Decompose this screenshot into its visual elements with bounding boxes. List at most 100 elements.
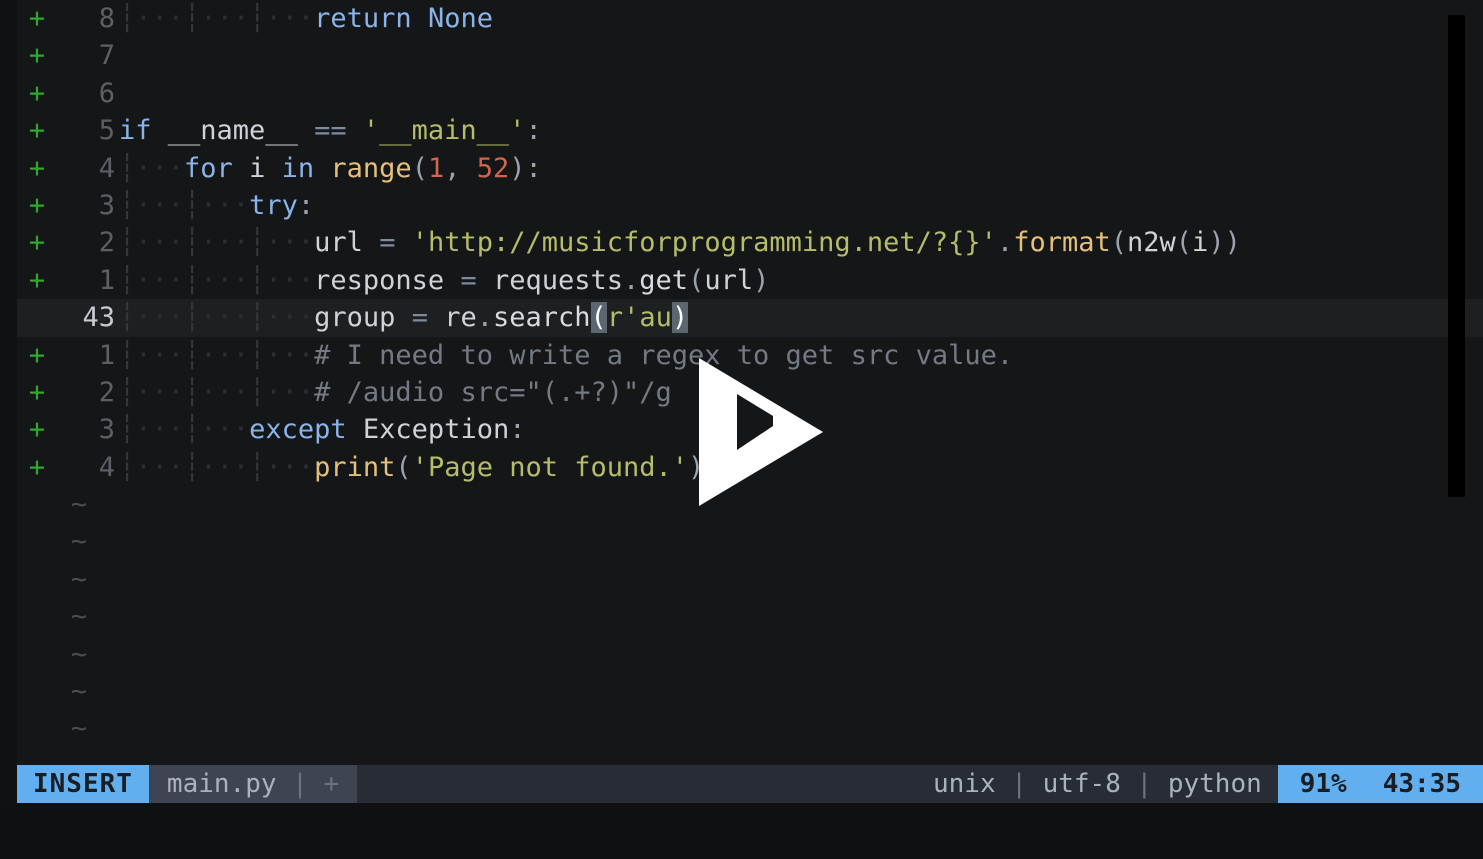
code-token: 1 <box>427 152 445 184</box>
line-number: 4 <box>98 451 115 483</box>
status-cursor-position: 43:35 <box>1364 765 1483 803</box>
indent-dots: ··· <box>265 302 315 334</box>
code-line[interactable]: +4 ┆···┆···┆···print('Page not found.') <box>17 449 1483 486</box>
empty-line-row: ~ <box>17 561 1483 598</box>
line-number: 8 <box>98 3 115 34</box>
indent-dots: ··· <box>265 339 315 371</box>
line-number: 3 <box>98 414 115 446</box>
empty-line-marker: ~ <box>70 563 87 595</box>
code-token: ) <box>671 302 689 334</box>
indent-guide: ┆ <box>119 302 136 334</box>
indent-guide: ┆ <box>184 189 201 221</box>
code-token: ): <box>509 152 542 184</box>
indent-guide: ┆ <box>249 302 266 334</box>
code-token: : <box>525 115 542 147</box>
indent-dots: ··· <box>200 264 250 296</box>
code-token: ( <box>1175 227 1193 259</box>
line-number: 7 <box>98 40 115 72</box>
line-number: 2 <box>98 376 115 408</box>
code-token: group <box>314 302 396 334</box>
empty-line-marker: ~ <box>70 601 87 633</box>
code-line[interactable]: +2 ┆···┆···┆···url = 'http://musicforprog… <box>17 224 1483 261</box>
code-token: # I need to write a regex to get src val… <box>314 339 1014 371</box>
code-line[interactable]: +7 <box>17 37 1483 74</box>
empty-line-row: ~ <box>17 710 1483 747</box>
code-token: None <box>427 3 493 34</box>
code-line-content: ┆···┆···┆···response = requests.get(url) <box>119 262 769 299</box>
indent-guide: ┆ <box>249 264 266 296</box>
line-number: 4 <box>98 152 115 184</box>
status-mode-indicator: INSERT <box>17 765 149 803</box>
indent-guide: ┆ <box>184 376 201 408</box>
code-token: get <box>639 264 689 296</box>
indent-guide: ┆ <box>184 302 201 334</box>
line-number: 1 <box>98 339 115 371</box>
indent-guide: ┆ <box>119 376 136 408</box>
vim-editor-window: +8 ┆···┆···┆···return None +7 +6 +5 if __name… <box>0 0 1483 859</box>
indent-dots: ··· <box>200 227 250 259</box>
indent-dots: ··· <box>265 264 315 296</box>
indent-dots: ··· <box>265 3 315 34</box>
empty-line-marker: ~ <box>70 489 87 521</box>
indent-dots: ··· <box>135 376 185 408</box>
code-token: : <box>297 189 315 221</box>
status-info-separator-2 <box>1121 769 1137 799</box>
code-line[interactable]: +3 ┆···┆···try: <box>17 187 1483 224</box>
indent-guide: ┆ <box>184 451 201 483</box>
code-token: r'au <box>606 302 672 334</box>
code-token: ) <box>688 451 705 483</box>
code-line-content: ┆···┆···┆···# /audio src="(.+?)"/g <box>119 374 672 411</box>
code-line[interactable]: +4 ┆···for i in range(1, 52): <box>17 150 1483 187</box>
code-line[interactable]: +6 <box>17 75 1483 112</box>
indent-dots: ··· <box>200 451 250 483</box>
code-token: search <box>493 302 591 334</box>
indent-guide: ┆ <box>184 414 201 446</box>
code-token: . <box>476 302 493 334</box>
status-info-gap-1 <box>1027 769 1043 799</box>
empty-lines-container: ~ ~ ~ ~ ~ ~ ~ <box>17 486 1483 748</box>
code-line-content: ┆···┆···┆···return None <box>119 0 493 37</box>
code-token: )) <box>1208 227 1241 259</box>
code-token: requests <box>492 264 624 296</box>
window-bottom-area <box>0 803 1483 859</box>
line-number: 2 <box>98 227 115 259</box>
code-token: ( <box>1110 227 1127 259</box>
indent-guide: ┆ <box>249 339 266 371</box>
code-line[interactable]: +1 ┆···┆···┆···response = requests.get(ur… <box>17 262 1483 299</box>
status-file-info: unix | utf-8 | python <box>916 765 1278 803</box>
code-line[interactable]: +8 ┆···┆···┆···return None <box>17 0 1483 37</box>
empty-line-marker: ~ <box>70 676 87 708</box>
code-line[interactable]: +1 ┆···┆···┆···# I need to write a regex … <box>17 337 1483 374</box>
code-line-content: ┆···┆···except Exception: <box>119 411 525 448</box>
vertical-scrollbar[interactable] <box>1448 15 1465 497</box>
code-line[interactable]: +2 ┆···┆···┆···# /audio src="(.+?)"/g <box>17 374 1483 411</box>
code-token: n2w <box>1127 227 1176 259</box>
code-editor-area[interactable]: +8 ┆···┆···┆···return None +7 +6 +5 if __name… <box>17 0 1483 765</box>
code-token: : <box>509 414 526 446</box>
indent-dots: ··· <box>200 3 250 34</box>
code-token: return <box>314 3 412 34</box>
empty-line-marker: ~ <box>70 713 87 745</box>
code-token: url <box>704 264 754 296</box>
code-line[interactable]: +3 ┆···┆···except Exception: <box>17 411 1483 448</box>
code-token: = <box>460 264 477 296</box>
code-line[interactable]: 43 ┆···┆···┆···group = re.search(r'au) <box>17 299 1483 337</box>
indent-dots: ··· <box>135 3 185 34</box>
code-token: = <box>379 227 396 259</box>
code-token: . <box>996 227 1014 259</box>
status-filename-segment[interactable]: main.py | + <box>148 765 358 803</box>
indent-dots: ··· <box>265 451 315 483</box>
empty-line-marker: ~ <box>70 638 87 670</box>
code-token: ( <box>688 264 705 296</box>
indent-dots: ··· <box>135 264 185 296</box>
code-line[interactable]: +5 if __name__ == '__main__': <box>17 112 1483 149</box>
code-token: range <box>330 152 412 184</box>
